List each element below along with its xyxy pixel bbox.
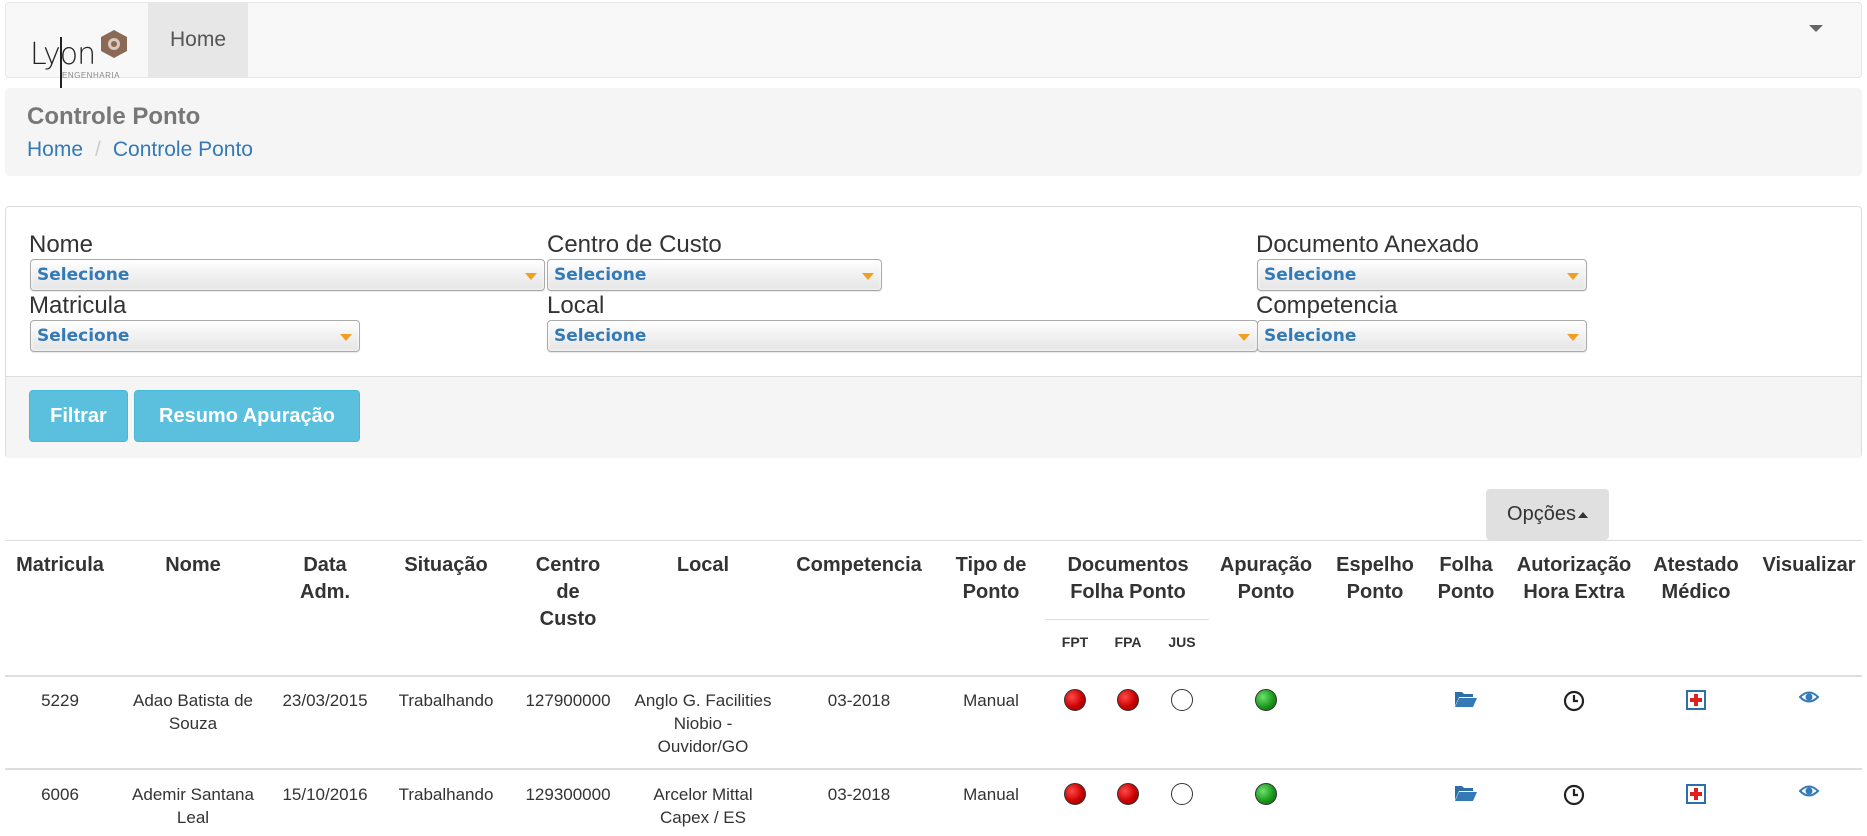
matricula-label: Matricula — [29, 292, 127, 319]
centro-custo-select-value: Selecione — [554, 265, 647, 285]
fpt-status-red-icon[interactable] — [1064, 689, 1086, 711]
nome-label: Nome — [29, 231, 94, 258]
eye-icon[interactable] — [1799, 783, 1819, 799]
apuracao-status-green-icon[interactable] — [1255, 783, 1277, 805]
cell-data-adm: 23/03/2015 — [282, 691, 368, 710]
col-header-apuracao-ponto[interactable]: Apuração Ponto — [1220, 552, 1312, 606]
competencia-select[interactable]: Selecione — [1257, 320, 1587, 352]
cell-nome: Ademir Santana Leal — [132, 785, 254, 827]
col-header-visualizar[interactable]: Visualizar — [1762, 552, 1855, 579]
clock-icon[interactable] — [1563, 690, 1585, 712]
company-logo[interactable]: Lyon ENGENHARIA — [26, 19, 136, 91]
subheader-fpa: FPA — [1114, 634, 1142, 650]
clock-icon[interactable] — [1563, 784, 1585, 806]
documento-anexado-label: Documento Anexado — [1256, 231, 1479, 258]
breadcrumb: Home / Controle Ponto — [27, 138, 253, 162]
col-header-data-adm[interactable]: Data Adm. — [300, 552, 350, 606]
col-header-espelho-ponto[interactable]: Espelho Ponto — [1336, 552, 1414, 606]
cell-centro-custo: 129300000 — [525, 785, 611, 804]
jus-status-empty-icon[interactable] — [1171, 783, 1193, 805]
cell-data-adm: 15/10/2016 — [282, 785, 368, 804]
cell-competencia: 03-2018 — [827, 691, 891, 710]
resumo-apuracao-button[interactable]: Resumo Apuração — [134, 390, 360, 442]
cell-nome: Adao Batista de Souza — [132, 691, 254, 733]
breadcrumb-controle-ponto[interactable]: Controle Ponto — [113, 138, 253, 161]
centro-custo-label: Centro de Custo — [547, 231, 722, 258]
user-menu-caret-icon[interactable] — [1809, 25, 1823, 32]
logo-text: Lyon — [30, 37, 96, 72]
filtrar-button[interactable]: Filtrar — [29, 390, 128, 442]
logo-subtitle: ENGENHARIA — [62, 71, 120, 80]
cell-matricula: 6006 — [41, 785, 79, 804]
col-header-nome[interactable]: Nome — [165, 552, 221, 579]
logo-hexagon-icon — [101, 30, 127, 58]
col-header-centro-custo[interactable]: Centro de Custo — [536, 552, 600, 633]
cell-tipo-ponto: Manual — [963, 785, 1019, 804]
local-select-value: Selecione — [554, 326, 647, 346]
col-header-situacao[interactable]: Situação — [404, 552, 487, 579]
subheader-fpt: FPT — [1061, 634, 1089, 650]
medical-cross-icon[interactable] — [1686, 784, 1706, 804]
chevron-down-icon — [1567, 273, 1579, 280]
fpt-status-red-icon[interactable] — [1064, 783, 1086, 805]
local-select[interactable]: Selecione — [547, 320, 1258, 352]
table-top-border — [5, 540, 1862, 541]
col-header-matricula[interactable]: Matricula — [16, 552, 104, 579]
cell-tipo-ponto: Manual — [963, 691, 1019, 710]
chevron-down-icon — [525, 273, 537, 280]
documento-anexado-select[interactable]: Selecione — [1257, 259, 1587, 291]
folder-open-icon[interactable] — [1454, 690, 1478, 708]
local-label: Local — [547, 292, 605, 319]
cell-local: Arcelor Mittal Capex / ES — [653, 785, 753, 827]
breadcrumb-separator: / — [95, 138, 101, 161]
apuracao-status-green-icon[interactable] — [1255, 689, 1277, 711]
table-row-divider — [5, 675, 1862, 677]
centro-custo-select[interactable]: Selecione — [547, 259, 882, 291]
cell-situacao: Trabalhando — [398, 785, 494, 804]
fpa-status-red-icon[interactable] — [1117, 689, 1139, 711]
nav-home-link[interactable]: Home — [148, 3, 248, 77]
chevron-down-icon — [862, 273, 874, 280]
breadcrumb-home[interactable]: Home — [27, 138, 83, 161]
cell-competencia: 03-2018 — [827, 785, 891, 804]
top-navbar: Lyon ENGENHARIA Home — [5, 2, 1862, 91]
logo-bar — [60, 37, 62, 91]
jus-status-empty-icon[interactable] — [1171, 689, 1193, 711]
col-header-tipo-ponto[interactable]: Tipo de Ponto — [956, 552, 1027, 606]
folder-open-icon[interactable] — [1454, 784, 1478, 802]
cell-matricula: 5229 — [41, 691, 79, 710]
cell-centro-custo: 127900000 — [525, 691, 611, 710]
fpa-status-red-icon[interactable] — [1117, 783, 1139, 805]
col-header-folha-ponto[interactable]: Folha Ponto — [1438, 552, 1495, 606]
col-header-documentos-folha-ponto[interactable]: Documentos Folha Ponto — [1067, 552, 1188, 606]
matricula-select-value: Selecione — [37, 326, 130, 346]
caret-up-icon — [1577, 511, 1588, 518]
medical-cross-icon[interactable] — [1686, 690, 1706, 710]
col-header-atestado-medico[interactable]: Atestado Médico — [1653, 552, 1739, 606]
competencia-label: Competencia — [1256, 292, 1398, 319]
opcoes-dropdown-button[interactable]: Opções — [1486, 489, 1609, 540]
cell-local: Anglo G. Facilities Niobio - Ouvidor/GO — [634, 691, 772, 756]
cell-situacao: Trabalhando — [398, 691, 494, 710]
subheader-divider — [1045, 619, 1209, 620]
col-header-local[interactable]: Local — [677, 552, 729, 579]
competencia-select-value: Selecione — [1264, 326, 1357, 346]
page-header: Controle Ponto Home / Controle Ponto — [5, 88, 1862, 176]
nome-select-value: Selecione — [37, 265, 130, 285]
subheader-jus: JUS — [1168, 634, 1196, 650]
page-title: Controle Ponto — [27, 103, 201, 130]
chevron-down-icon — [1238, 334, 1250, 341]
col-header-autorizacao-hora-extra[interactable]: Autorização Hora Extra — [1517, 552, 1631, 606]
filter-panel: Nome Selecione Centro de Custo Selecione… — [5, 206, 1862, 458]
matricula-select[interactable]: Selecione — [30, 320, 360, 352]
col-header-competencia[interactable]: Competencia — [796, 552, 922, 579]
table-row-divider — [5, 768, 1862, 770]
opcoes-label: Opções — [1507, 503, 1576, 525]
chevron-down-icon — [1567, 334, 1579, 341]
nome-select[interactable]: Selecione — [30, 259, 545, 291]
documento-anexado-select-value: Selecione — [1264, 265, 1357, 285]
chevron-down-icon — [340, 334, 352, 341]
eye-icon[interactable] — [1799, 689, 1819, 705]
